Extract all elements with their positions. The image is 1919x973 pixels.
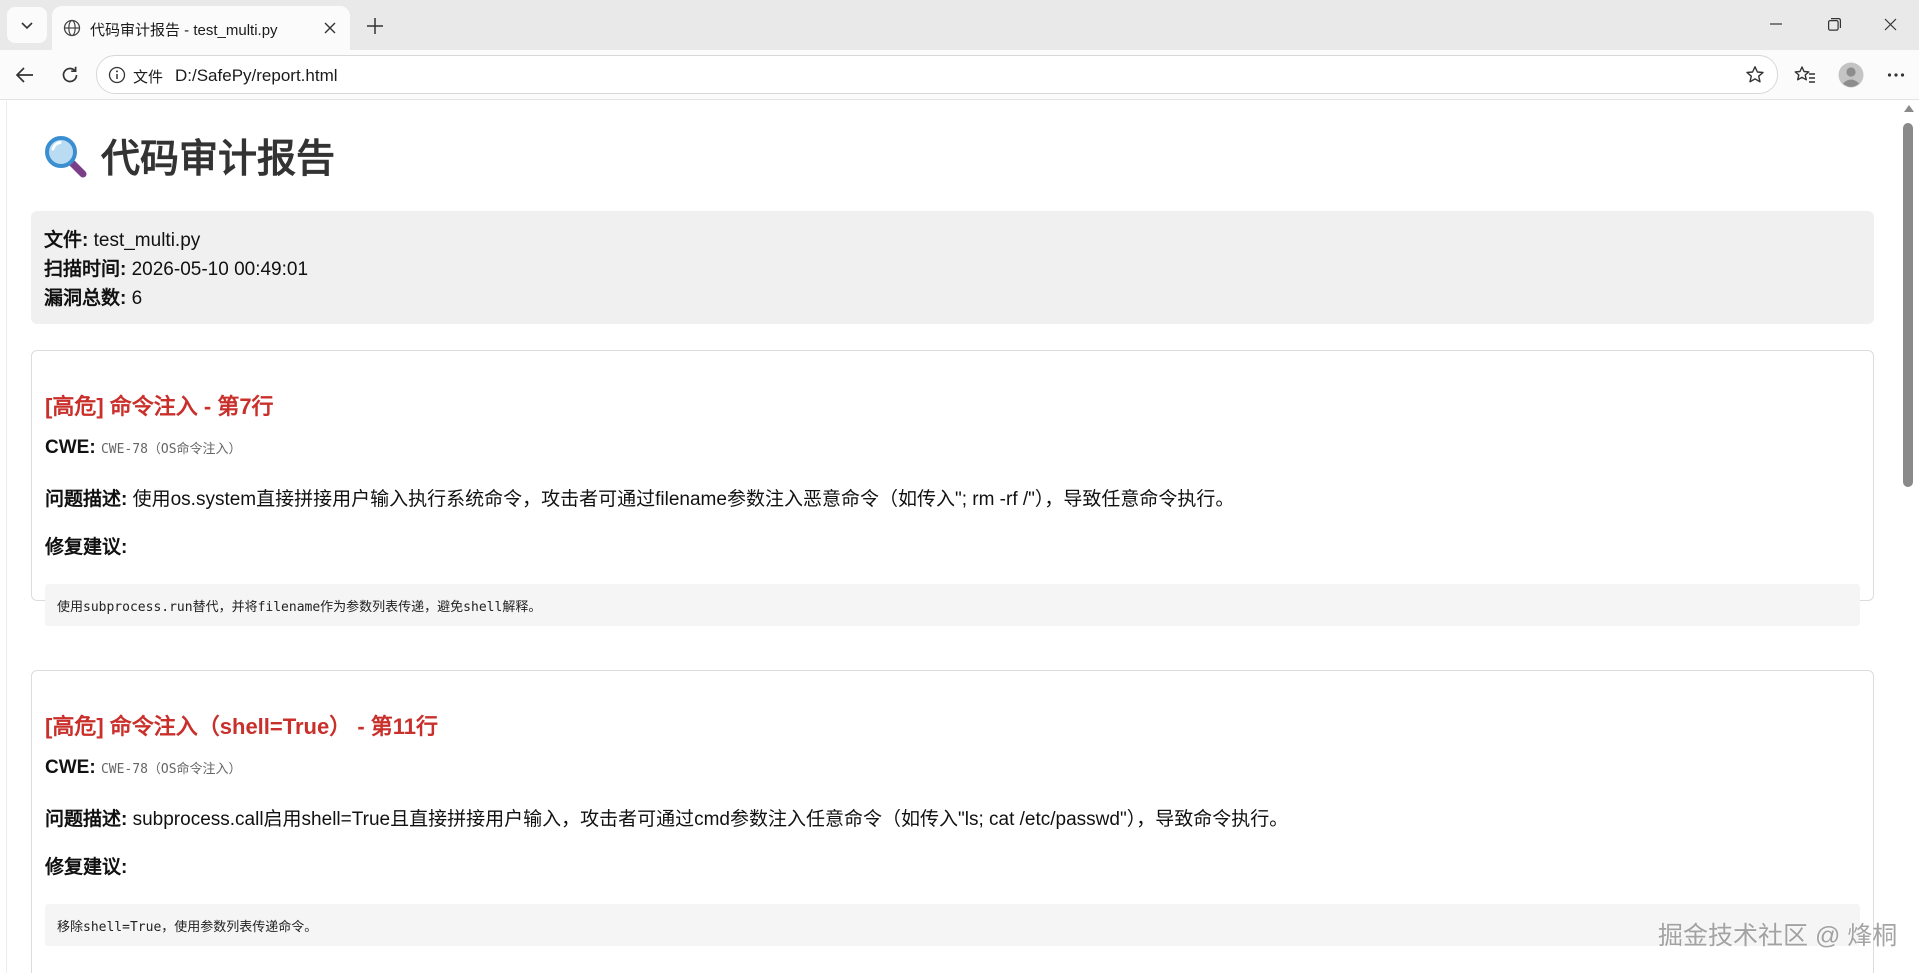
vuln-fix-row: 修复建议: bbox=[45, 852, 127, 879]
vuln-card: [高危] 命令注入（shell=True） - 第11行 CWE: CWE-78… bbox=[31, 670, 1874, 973]
minimize-icon bbox=[1770, 23, 1782, 25]
more-menu-button[interactable] bbox=[1878, 58, 1914, 92]
magnifier-icon bbox=[43, 134, 87, 178]
summary-box: 文件: test_multi.py 扫描时间: 2026-05-10 00:49… bbox=[31, 211, 1874, 324]
browser-toolbar: 文件 D:/SafePy/report.html bbox=[0, 50, 1919, 100]
vuln-desc-label: 问题描述: bbox=[45, 809, 128, 830]
tab-bar: 代码审计报告 - test_multi.py bbox=[0, 0, 1919, 50]
vuln-cwe-row: CWE: CWE-78（OS命令注入） bbox=[45, 437, 242, 459]
restore-icon bbox=[1827, 17, 1841, 31]
chevron-down-icon bbox=[21, 22, 33, 30]
summary-time-value: 2026-05-10 00:49:01 bbox=[131, 259, 309, 280]
vuln-cwe-label: CWE: bbox=[45, 757, 96, 778]
vuln-fix-label: 修复建议: bbox=[45, 537, 128, 558]
vuln-desc-value: subprocess.call启用shell=True且直接拼接用户输入，攻击者… bbox=[132, 809, 1289, 830]
new-tab-button[interactable] bbox=[358, 10, 392, 42]
vuln-title: [高危] 命令注入（shell=True） - 第11行 bbox=[45, 714, 439, 739]
summary-count-label: 漏洞总数: bbox=[44, 288, 127, 309]
summary-file-value: test_multi.py bbox=[93, 230, 201, 251]
page-title: 代码审计报告 bbox=[43, 131, 335, 181]
summary-count-row: 漏洞总数: 6 bbox=[44, 284, 1861, 313]
vuln-cwe-label: CWE: bbox=[45, 437, 96, 458]
tab-list-button[interactable] bbox=[7, 7, 47, 43]
vuln-desc-row: 问题描述: subprocess.call启用shell=True且直接拼接用户… bbox=[45, 804, 1288, 831]
globe-icon bbox=[62, 18, 82, 38]
active-tab[interactable]: 代码审计报告 - test_multi.py bbox=[52, 6, 350, 50]
tab-close-icon[interactable] bbox=[318, 16, 342, 40]
vuln-cwe-value: CWE-78（OS命令注入） bbox=[100, 762, 242, 777]
vuln-cwe-value: CWE-78（OS命令注入） bbox=[100, 442, 242, 457]
vuln-title: [高危] 命令注入 - 第7行 bbox=[45, 394, 274, 419]
summary-file-label: 文件: bbox=[44, 230, 89, 251]
address-bar[interactable]: 文件 D:/SafePy/report.html bbox=[96, 55, 1778, 94]
arrow-left-icon bbox=[15, 67, 33, 83]
summary-time-row: 扫描时间: 2026-05-10 00:49:01 bbox=[44, 255, 1861, 284]
profile-button[interactable] bbox=[1833, 58, 1869, 92]
scroll-up-arrow-icon[interactable] bbox=[1904, 105, 1914, 112]
minimize-button[interactable] bbox=[1747, 0, 1805, 48]
more-icon bbox=[1887, 73, 1905, 77]
vuln-desc-value: 使用os.system直接拼接用户输入执行系统命令，攻击者可通过filename… bbox=[132, 489, 1235, 510]
refresh-icon bbox=[62, 66, 78, 83]
page-title-text: 代码审计报告 bbox=[101, 138, 336, 181]
avatar-icon bbox=[1838, 62, 1864, 88]
vuln-cwe-row: CWE: CWE-78（OS命令注入） bbox=[45, 757, 242, 779]
vuln-card: [高危] 命令注入 - 第7行 CWE: CWE-78（OS命令注入） 问题描述… bbox=[31, 350, 1874, 626]
vuln-desc-label: 问题描述: bbox=[45, 489, 128, 510]
star-icon[interactable] bbox=[1743, 63, 1767, 87]
favorites-button[interactable] bbox=[1787, 58, 1823, 92]
vuln-fix-label: 修复建议: bbox=[45, 857, 128, 878]
page-viewport: 代码审计报告 文件: test_multi.py 扫描时间: 2026-05-1… bbox=[6, 101, 1897, 973]
close-icon bbox=[1884, 18, 1896, 30]
close-window-button[interactable] bbox=[1861, 0, 1919, 48]
vertical-scrollbar[interactable] bbox=[1898, 101, 1919, 973]
summary-time-label: 扫描时间: bbox=[44, 259, 127, 280]
vuln-fix-code: 使用subprocess.run替代，并将filename作为参数列表传递，避免… bbox=[45, 584, 1860, 626]
restore-button[interactable] bbox=[1805, 0, 1863, 48]
vuln-desc-row: 问题描述: 使用os.system直接拼接用户输入执行系统命令，攻击者可通过fi… bbox=[45, 484, 1234, 511]
tab-title: 代码审计报告 - test_multi.py bbox=[90, 22, 278, 39]
address-scheme-label: 文件 bbox=[133, 69, 164, 86]
summary-count-value: 6 bbox=[131, 288, 143, 309]
reload-button[interactable] bbox=[52, 58, 88, 92]
vuln-fix-row: 修复建议: bbox=[45, 532, 127, 559]
watermark: 掘金技术社区 @ 烽桐 bbox=[1658, 922, 1898, 950]
scrollbar-thumb[interactable] bbox=[1903, 123, 1913, 487]
info-icon[interactable] bbox=[107, 65, 127, 85]
address-url[interactable]: D:/SafePy/report.html bbox=[175, 66, 338, 86]
plus-icon bbox=[367, 18, 383, 34]
favorites-icon bbox=[1794, 66, 1815, 83]
vuln-fix-code: 移除shell=True，使用参数列表传递命令。 bbox=[45, 904, 1860, 946]
back-button[interactable] bbox=[7, 58, 43, 92]
summary-file-row: 文件: test_multi.py bbox=[44, 226, 1861, 255]
